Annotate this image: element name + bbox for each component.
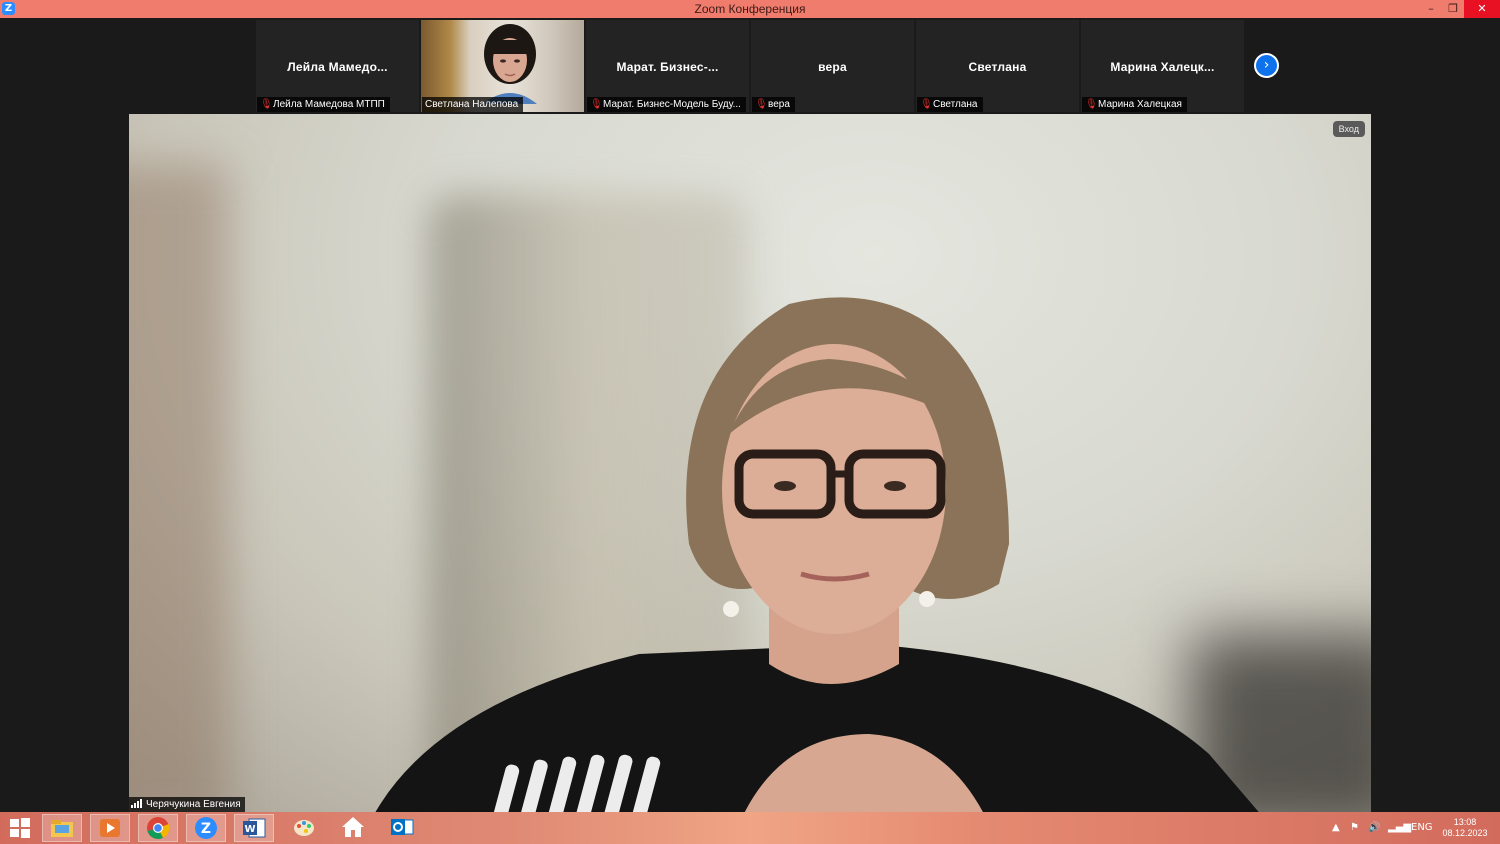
- participant-video-feed: [483, 24, 537, 104]
- participant-caption: 🎙Светлана: [917, 97, 983, 112]
- system-clock[interactable]: 13:08 08.12.2023: [1440, 817, 1490, 839]
- participant-tile[interactable]: Лейла Мамедо... 🎙Лейла Мамедова МТПП: [256, 20, 419, 112]
- background-blur: [129, 164, 229, 812]
- chrome-icon[interactable]: [138, 814, 178, 842]
- participant-tile-video[interactable]: Светлана Налепова: [421, 20, 584, 112]
- title-bar: Z Zoom Конференция – ❐ ✕: [0, 0, 1500, 18]
- participant-caption: Светлана Налепова: [422, 97, 524, 112]
- show-hidden-icons-icon[interactable]: ▲: [1332, 812, 1340, 844]
- network-icon[interactable]: ▂▄▆: [1388, 812, 1411, 844]
- mic-muted-icon: 🎙: [590, 99, 603, 110]
- speaker-name: Черячукина Евгения: [146, 799, 241, 810]
- zoom-window: Z Zoom Конференция – ❐ ✕ Лейла Мамедо...…: [0, 0, 1500, 844]
- active-speaker-video: Вход Черячукина Евгения: [129, 114, 1371, 812]
- participant-caption-text: Марат. Бизнес-Модель Буду...: [603, 99, 741, 110]
- participant-strip: Лейла Мамедо... 🎙Лейла Мамедова МТПП Све…: [0, 18, 1500, 114]
- restore-button[interactable]: ❐: [1442, 0, 1464, 18]
- participant-caption-text: Марина Халецкая: [1098, 99, 1182, 110]
- mic-muted-icon: 🎙: [260, 99, 273, 110]
- participant-caption-text: Светлана: [933, 99, 978, 110]
- participant-caption: 🎙вера: [752, 97, 795, 112]
- participant-tile[interactable]: вера 🎙вера: [751, 20, 914, 112]
- participant-caption: 🎙Марат. Бизнес-Модель Буду...: [587, 97, 746, 112]
- participant-tile[interactable]: Марина Халецк... 🎙Марина Халецкая: [1081, 20, 1244, 112]
- participant-caption-text: Лейла Мамедова МТПП: [273, 99, 385, 110]
- windows-start-icon[interactable]: [0, 814, 40, 842]
- chevron-right-icon[interactable]: ›: [1254, 53, 1279, 78]
- speaker-video-feed: [375, 297, 1259, 812]
- zoom-icon[interactable]: Z: [186, 814, 226, 842]
- taskbar: Z W ▲ ⚑ 🔊 ▂▄▆ ENG 13:08 08.12.2023: [0, 812, 1500, 844]
- home-icon[interactable]: [333, 814, 373, 842]
- enter-badge[interactable]: Вход: [1332, 121, 1365, 137]
- outlook-icon[interactable]: [382, 814, 422, 842]
- clock-date: 08.12.2023: [1442, 828, 1488, 838]
- svg-text:Z: Z: [201, 821, 211, 837]
- signal-strength-icon: [131, 798, 143, 808]
- speaker-name-label: Черячукина Евгения: [129, 797, 245, 812]
- media-player-icon[interactable]: [90, 814, 130, 842]
- svg-text:W: W: [244, 824, 255, 835]
- participant-caption: 🎙Лейла Мамедова МТПП: [257, 97, 390, 112]
- participant-name: Марина Халецк...: [1110, 60, 1215, 74]
- participant-name: вера: [818, 60, 847, 74]
- flag-icon[interactable]: ⚑: [1350, 812, 1359, 844]
- language-indicator[interactable]: ENG: [1411, 812, 1433, 844]
- participant-tile[interactable]: Светлана 🎙Светлана: [916, 20, 1079, 112]
- participant-caption: 🎙Марина Халецкая: [1082, 97, 1187, 112]
- participant-caption-text: вера: [768, 99, 790, 110]
- file-explorer-icon[interactable]: [42, 814, 82, 842]
- participant-name: Марат. Бизнес-...: [616, 60, 719, 74]
- mic-muted-icon: 🎙: [1085, 99, 1098, 110]
- volume-icon[interactable]: 🔊: [1368, 812, 1380, 844]
- window-title: Zoom Конференция: [694, 2, 806, 16]
- participant-name: Лейла Мамедо...: [287, 60, 388, 74]
- word-icon[interactable]: W: [234, 814, 274, 842]
- clock-time: 13:08: [1453, 817, 1477, 827]
- close-button[interactable]: ✕: [1464, 0, 1500, 18]
- mic-muted-icon: 🎙: [755, 99, 768, 110]
- participant-caption-text: Светлана Налепова: [425, 99, 519, 110]
- mic-muted-icon: 🎙: [920, 99, 933, 110]
- paint-icon[interactable]: [284, 814, 324, 842]
- participant-tile[interactable]: Марат. Бизнес-... 🎙Марат. Бизнес-Модель …: [586, 20, 749, 112]
- minimize-button[interactable]: –: [1420, 0, 1442, 18]
- participant-name: Светлана: [968, 60, 1027, 74]
